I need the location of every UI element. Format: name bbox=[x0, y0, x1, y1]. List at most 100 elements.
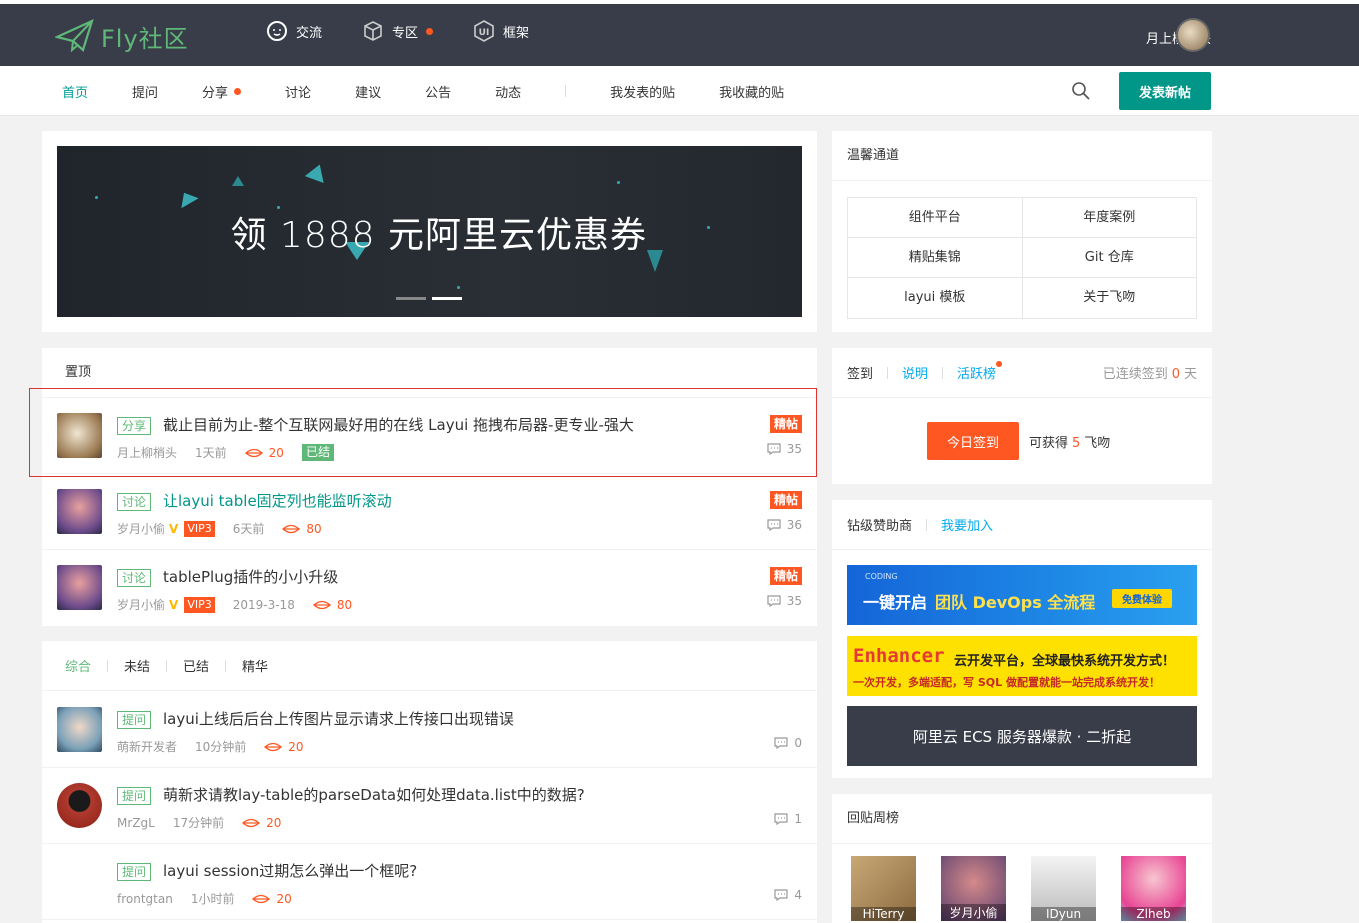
signin-explain-link[interactable]: 说明 bbox=[902, 363, 928, 382]
kiss-icon bbox=[312, 600, 331, 609]
rank-user[interactable]: Zlheb bbox=[1121, 856, 1186, 921]
active-rank-link[interactable]: 活跃榜 bbox=[957, 361, 1003, 382]
post-reward: 20 bbox=[242, 816, 281, 830]
avatar[interactable] bbox=[57, 707, 102, 752]
top-nav-zone[interactable]: 专区 bbox=[362, 20, 434, 42]
post-reward-value: 80 bbox=[306, 521, 322, 536]
decor-dot bbox=[457, 286, 460, 289]
post-author[interactable]: 岁月小偷 bbox=[117, 596, 165, 613]
post-title[interactable]: layui session过期怎么弹出一个框呢? bbox=[163, 860, 417, 881]
paper-plane-icon bbox=[55, 19, 94, 53]
subnav-my-favorites[interactable]: 我收藏的贴 bbox=[719, 82, 784, 101]
post-title[interactable]: layui上线后后台上传图片显示请求上传接口出现错误 bbox=[163, 708, 514, 729]
post-author[interactable]: MrZgL bbox=[117, 816, 155, 830]
subnav-share[interactable]: 分享 bbox=[202, 82, 242, 101]
ad-coding-text1: 一键开启 bbox=[863, 593, 928, 612]
sponsor-join-link[interactable]: 我要加入 bbox=[941, 515, 993, 534]
post-author[interactable]: 萌新开发者 bbox=[117, 738, 177, 755]
decor-triangle bbox=[232, 176, 244, 186]
new-dot bbox=[234, 87, 242, 95]
tab-all[interactable]: 综合 bbox=[65, 656, 91, 675]
top-nav-chat[interactable]: 交流 bbox=[266, 20, 322, 42]
ui-icon: UI bbox=[473, 20, 495, 42]
post-reward-value: 20 bbox=[268, 445, 284, 460]
post-tag[interactable]: 讨论 bbox=[117, 569, 152, 587]
top-posts-panel: 置顶 分享 截止目前为止-整个互联网最好用的在线 Layui 拖拽布局器-更专业… bbox=[42, 348, 817, 626]
user-avatar[interactable] bbox=[1176, 18, 1210, 52]
tab-featured[interactable]: 精华 bbox=[242, 656, 268, 675]
subnav-suggest[interactable]: 建议 bbox=[355, 82, 381, 101]
top-header: Fly社区 交流 专区 UI 框架 月上柳梢头 bbox=[0, 0, 1359, 66]
subnav-activity[interactable]: 动态 bbox=[495, 82, 521, 101]
list-item[interactable]: 提问 layui session过期怎么弹出一个框呢? frontgtan 1小… bbox=[42, 844, 817, 920]
post-title[interactable]: 截止目前为止-整个互联网最好用的在线 Layui 拖拽布局器-更专业-强大 bbox=[163, 414, 634, 435]
subnav-notice[interactable]: 公告 bbox=[425, 82, 451, 101]
link-git-repo[interactable]: Git 仓库 bbox=[1023, 238, 1197, 277]
post-tag[interactable]: 分享 bbox=[117, 417, 152, 435]
post-title[interactable]: 萌新求请教lay-table的parseData如何处理data.list中的数… bbox=[163, 784, 585, 805]
list-item[interactable]: 提问 layui上线后后台上传图片显示请求上传接口出现错误 萌新开发者 10分钟… bbox=[42, 692, 817, 768]
sponsors-title: 钻级赞助商 bbox=[847, 519, 913, 534]
ad-coding[interactable]: CODING 一键开启 团队 DevOps 全流程 免费体验 bbox=[847, 565, 1197, 625]
banner-carousel[interactable]: 领 1888 元阿里云优惠券 bbox=[57, 146, 802, 317]
streak-prefix: 已连续签到 bbox=[1102, 367, 1168, 382]
top-nav: 交流 专区 UI 框架 bbox=[266, 20, 529, 42]
avatar[interactable] bbox=[57, 565, 102, 610]
avatar[interactable] bbox=[57, 489, 102, 534]
ad-aliyun[interactable]: 阿里云 ECS 服务器爆款 · 二折起 bbox=[847, 706, 1197, 766]
link-annual-cases[interactable]: 年度案例 bbox=[1023, 198, 1197, 237]
rank-user-name: IDyun bbox=[1031, 907, 1096, 921]
rank-user[interactable]: IDyun bbox=[1031, 856, 1096, 921]
rank-user[interactable]: HiTerry bbox=[851, 856, 916, 921]
ad-coding-button[interactable]: 免费体验 bbox=[1112, 589, 1172, 608]
sponsors-panel: 钻级赞助商 我要加入 CODING 一键开启 团队 DevOps 全流程 免费体… bbox=[832, 500, 1212, 778]
subnav-my-posts[interactable]: 我发表的贴 bbox=[610, 82, 675, 101]
post-tag[interactable]: 提问 bbox=[117, 711, 152, 729]
subnav-home[interactable]: 首页 bbox=[62, 82, 88, 101]
top-nav-framework[interactable]: UI 框架 bbox=[473, 20, 529, 42]
link-featured[interactable]: 精贴集锦 bbox=[848, 238, 1023, 277]
carousel-dot-active[interactable] bbox=[432, 297, 462, 300]
link-about-feiwen[interactable]: 关于飞吻 bbox=[1023, 278, 1197, 318]
post-time: 6天前 bbox=[232, 522, 265, 536]
list-item[interactable]: 讨论 tablePlug插件的小小升级 岁月小偷 V VIP3 2019-3-1… bbox=[42, 550, 817, 626]
tab-unsolved[interactable]: 未结 bbox=[124, 656, 150, 675]
list-item[interactable]: 讨论 让layui table固定列也能监听滚动 岁月小偷 V VIP3 6天前… bbox=[42, 474, 817, 550]
subnav-question[interactable]: 提问 bbox=[132, 82, 158, 101]
avatar[interactable] bbox=[57, 783, 102, 828]
list-item[interactable]: 提问 萌新求请教lay-table的parseData如何处理data.list… bbox=[42, 768, 817, 844]
comment-count: 36 bbox=[767, 518, 802, 532]
logo[interactable]: Fly社区 bbox=[55, 16, 189, 56]
ad-enhancer-line2: 一次开发，多端适配，写 SQL 做配置就能一站完成系统开发！ bbox=[853, 676, 1160, 689]
weekly-rank-list: HiTerry 岁月小偷 IDyun Zlheb bbox=[851, 856, 1186, 921]
post-tag[interactable]: 提问 bbox=[117, 787, 152, 805]
list-item[interactable]: 分享 截止目前为止-整个互联网最好用的在线 Layui 拖拽布局器-更专业-强大… bbox=[42, 398, 817, 474]
post-tag[interactable]: 讨论 bbox=[117, 493, 152, 511]
featured-badge: 精帖 bbox=[769, 491, 802, 509]
carousel-dot[interactable] bbox=[396, 297, 426, 300]
search-icon[interactable] bbox=[1071, 81, 1091, 101]
new-post-button[interactable]: 发表新帖 bbox=[1119, 72, 1211, 110]
signin-tab[interactable]: 签到 bbox=[847, 363, 873, 382]
rank-user[interactable]: 岁月小偷 bbox=[941, 856, 1006, 921]
carousel-indicators[interactable] bbox=[396, 297, 462, 300]
post-title[interactable]: tablePlug插件的小小升级 bbox=[163, 566, 338, 587]
comment-count: 35 bbox=[767, 442, 802, 456]
link-component-platform[interactable]: 组件平台 bbox=[848, 198, 1023, 237]
tab-solved[interactable]: 已结 bbox=[183, 656, 209, 675]
post-author[interactable]: 岁月小偷 bbox=[117, 520, 165, 537]
signin-panel: 签到 说明 活跃榜 已连续签到 0 天 今日签到 可获得 5 飞吻 bbox=[832, 348, 1212, 484]
comment-count: 4 bbox=[774, 888, 802, 902]
subnav-discuss[interactable]: 讨论 bbox=[285, 82, 311, 101]
avatar[interactable] bbox=[57, 413, 102, 458]
post-tag[interactable]: 提问 bbox=[117, 863, 152, 881]
ad-enhancer[interactable]: Enhancer 云开发平台，全球最快系统开发方式！ 一次开发，多端适配，写 S… bbox=[847, 636, 1197, 696]
post-title[interactable]: 让layui table固定列也能监听滚动 bbox=[163, 490, 392, 511]
signin-button[interactable]: 今日签到 bbox=[927, 422, 1019, 460]
post-author[interactable]: frontgtan bbox=[117, 892, 173, 906]
post-author[interactable]: 月上柳梢头 bbox=[117, 444, 177, 461]
subnav-share-label: 分享 bbox=[202, 85, 229, 101]
verified-icon: V bbox=[169, 521, 179, 536]
new-dot bbox=[996, 361, 1003, 367]
link-layui-templates[interactable]: layui 模板 bbox=[848, 278, 1023, 318]
